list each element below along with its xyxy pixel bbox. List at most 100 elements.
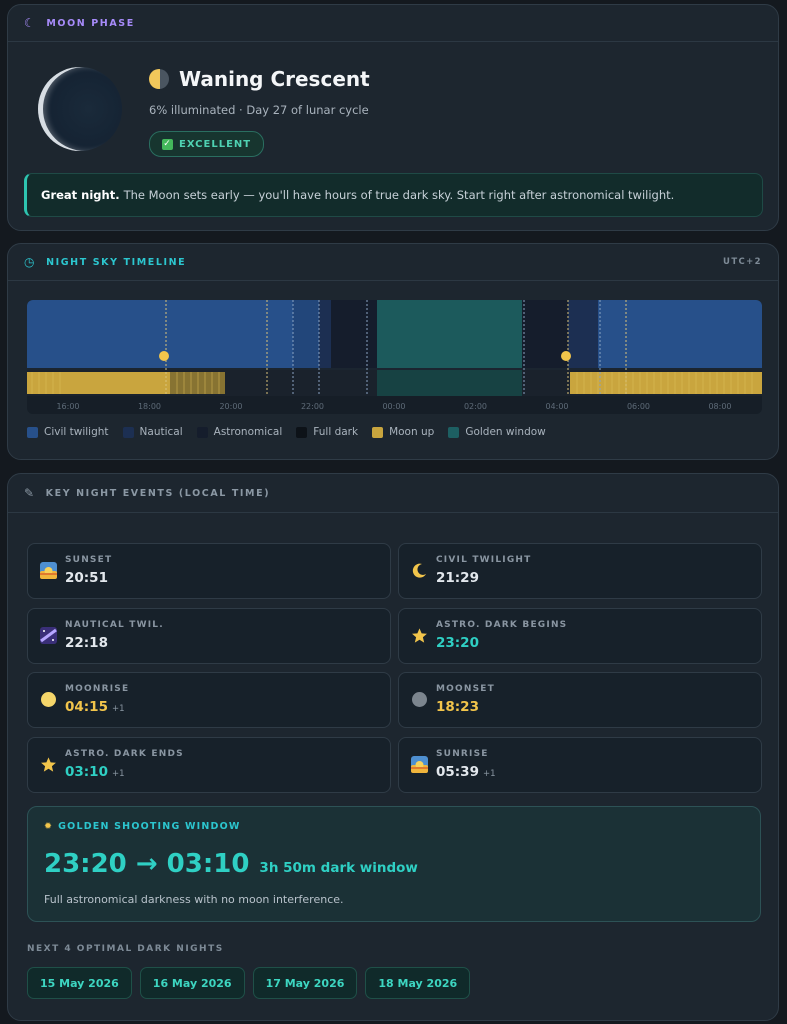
- next-day-indicator: +1: [111, 704, 125, 714]
- timeline-legend: Civil twilight Nautical Astronomical Full d…: [27, 426, 560, 438]
- legend-swatch: [27, 426, 38, 438]
- event-time: 05:39 +1: [436, 764, 496, 780]
- legend-label: Golden window: [465, 426, 546, 438]
- sunrise-icon: [411, 755, 428, 773]
- legend-swatch: [296, 426, 308, 438]
- moon-up-morning: [570, 372, 762, 394]
- timeline-svg: 16:00 18:00 20:00 22:00 00:00 02:00 04:00 06:00…: [27, 300, 762, 414]
- legend-swatch: [448, 426, 460, 438]
- event-label: NAUTICAL TWIL.: [65, 619, 164, 630]
- tick-label: 20:00: [219, 402, 242, 411]
- nautical-band-morning: [568, 300, 598, 368]
- tip-text: The Moon sets early — you'll have hours …: [123, 188, 675, 202]
- golden-window-moonrow: [377, 370, 522, 396]
- event-time-value: 20:51: [65, 570, 108, 586]
- moonrise-dot: [561, 351, 571, 361]
- legend-swatch: [196, 426, 208, 438]
- event-time-value: 03:10: [65, 763, 108, 780]
- moon-phase-header-label: MOON PHASE: [46, 17, 135, 29]
- astronomical-band-evening: [331, 300, 377, 368]
- golden-duration: 3h 50m dark window: [259, 860, 418, 876]
- event-card-civil-twilight: CIVIL TWILIGHT 21:29: [398, 543, 762, 599]
- event-card-astro-dark-ends: ASTRO. DARK ENDS 03:10 +1: [27, 736, 391, 793]
- event-card-sunset: SUNSET 20:51: [27, 543, 391, 599]
- star-icon: [40, 756, 57, 773]
- legend-item: Nautical: [122, 426, 183, 438]
- tick-label: 02:00: [464, 402, 487, 411]
- event-label: CIVIL TWILIGHT: [436, 555, 532, 565]
- night-chip[interactable]: 17 May 2026: [252, 967, 358, 999]
- sunset-icon: [40, 562, 57, 579]
- event-card-moonset: MOONSET 18:23: [398, 672, 762, 728]
- event-label: MOONSET: [436, 684, 495, 694]
- moon-icon: ☾: [24, 16, 37, 30]
- legend-item: Astronomical: [196, 426, 282, 438]
- event-label: MOONRISE: [65, 684, 130, 694]
- timeline-chart[interactable]: 16:00 18:00 20:00 22:00 00:00 02:00 04:00 06:00…: [27, 300, 762, 414]
- events-header: ✎ KEY NIGHT EVENTS (LOCAL TIME): [8, 474, 778, 513]
- milky-way-icon: [40, 626, 57, 644]
- next-day-indicator: +1: [111, 768, 125, 779]
- tip-bold: Great night.: [41, 188, 120, 202]
- phase-title: Waning Crescent: [149, 67, 370, 91]
- legend-label: Full dark: [313, 426, 359, 438]
- events-header-label: KEY NIGHT EVENTS (LOCAL TIME): [45, 487, 271, 499]
- phase-name: Waning Crescent: [179, 67, 370, 91]
- event-label: ASTRO. DARK BEGINS: [436, 619, 568, 630]
- legend-label: Moon up: [389, 426, 435, 438]
- golden-header-label: GOLDEN SHOOTING WINDOW: [58, 821, 241, 832]
- legend-label: Civil twilight: [44, 426, 109, 438]
- event-card-nautical-twil: NAUTICAL TWIL. 22:18: [27, 607, 391, 664]
- check-icon: ✓: [162, 138, 173, 150]
- civil-band-morning: [598, 300, 762, 368]
- event-time: 23:20: [436, 635, 479, 651]
- timezone-label: UTC+2: [723, 257, 762, 267]
- legend-label: Nautical: [139, 426, 183, 438]
- golden-description: Full astronomical darkness with no moon …: [44, 893, 344, 906]
- sun-icon: ✹: [44, 821, 54, 832]
- event-time-value: 18:23: [436, 699, 479, 715]
- event-card-sunrise: SUNRISE 05:39 +1: [398, 736, 762, 793]
- moon-phase-visual: [38, 67, 122, 151]
- moonset-dot: [159, 351, 169, 361]
- event-time: 20:51: [65, 570, 108, 586]
- golden-window-band: [377, 300, 522, 368]
- night-chip[interactable]: 16 May 2026: [139, 967, 245, 999]
- golden-shooting-window: ✹ GOLDEN SHOOTING WINDOW 23:20 → 03:10 3…: [27, 806, 761, 922]
- moonrise-icon: [40, 691, 57, 708]
- nautical-band-evening: [319, 300, 331, 368]
- next-nights-list: 15 May 2026 16 May 2026 17 May 2026 18 May …: [27, 967, 478, 999]
- event-label: ASTRO. DARK ENDS: [65, 748, 184, 759]
- night-sky-timeline-card: ◷ NIGHT SKY TIMELINE UTC+2 16:00 18:00 2…: [7, 243, 779, 460]
- star-icon: [411, 627, 428, 644]
- event-time-value: 23:20: [436, 634, 479, 651]
- legend-item: Moon up: [372, 426, 434, 438]
- night-chip[interactable]: 15 May 2026: [27, 967, 132, 999]
- tick-label: 04:00: [545, 402, 568, 411]
- legend-swatch: [372, 426, 384, 438]
- event-time-value: 05:39: [436, 763, 479, 780]
- legend-item: Full dark: [296, 426, 358, 438]
- golden-header: ✹ GOLDEN SHOOTING WINDOW: [44, 821, 241, 832]
- rating-badge: ✓ EXCELLENT: [149, 131, 265, 157]
- tick-label: 22:00: [301, 402, 324, 411]
- tick-label: 16:00: [56, 402, 79, 411]
- golden-time: 23:20 → 03:10 3h 50m dark window: [44, 849, 418, 879]
- phase-subtitle: 6% illuminated · Day 27 of lunar cycle: [149, 103, 369, 117]
- legend-item: Civil twilight: [27, 426, 109, 438]
- event-time: 21:29: [436, 570, 479, 586]
- event-label: SUNRISE: [436, 748, 489, 759]
- timeline-header: ◷ NIGHT SKY TIMELINE UTC+2: [8, 244, 778, 281]
- rating-label: EXCELLENT: [179, 138, 252, 150]
- event-time-value: 04:15: [65, 699, 108, 715]
- tick-label: 00:00: [382, 402, 405, 411]
- moonset-icon: [411, 691, 428, 708]
- night-chip[interactable]: 18 May 2026: [365, 967, 471, 999]
- tick-label: 08:00: [708, 402, 731, 411]
- next-day-indicator: +1: [482, 768, 496, 779]
- event-label: SUNSET: [65, 555, 113, 565]
- crescent-moon-icon: [411, 562, 428, 579]
- legend-item: Golden window: [448, 426, 546, 438]
- clock-icon: ◷: [24, 255, 37, 269]
- next-nights-label: NEXT 4 OPTIMAL DARK NIGHTS: [27, 944, 224, 954]
